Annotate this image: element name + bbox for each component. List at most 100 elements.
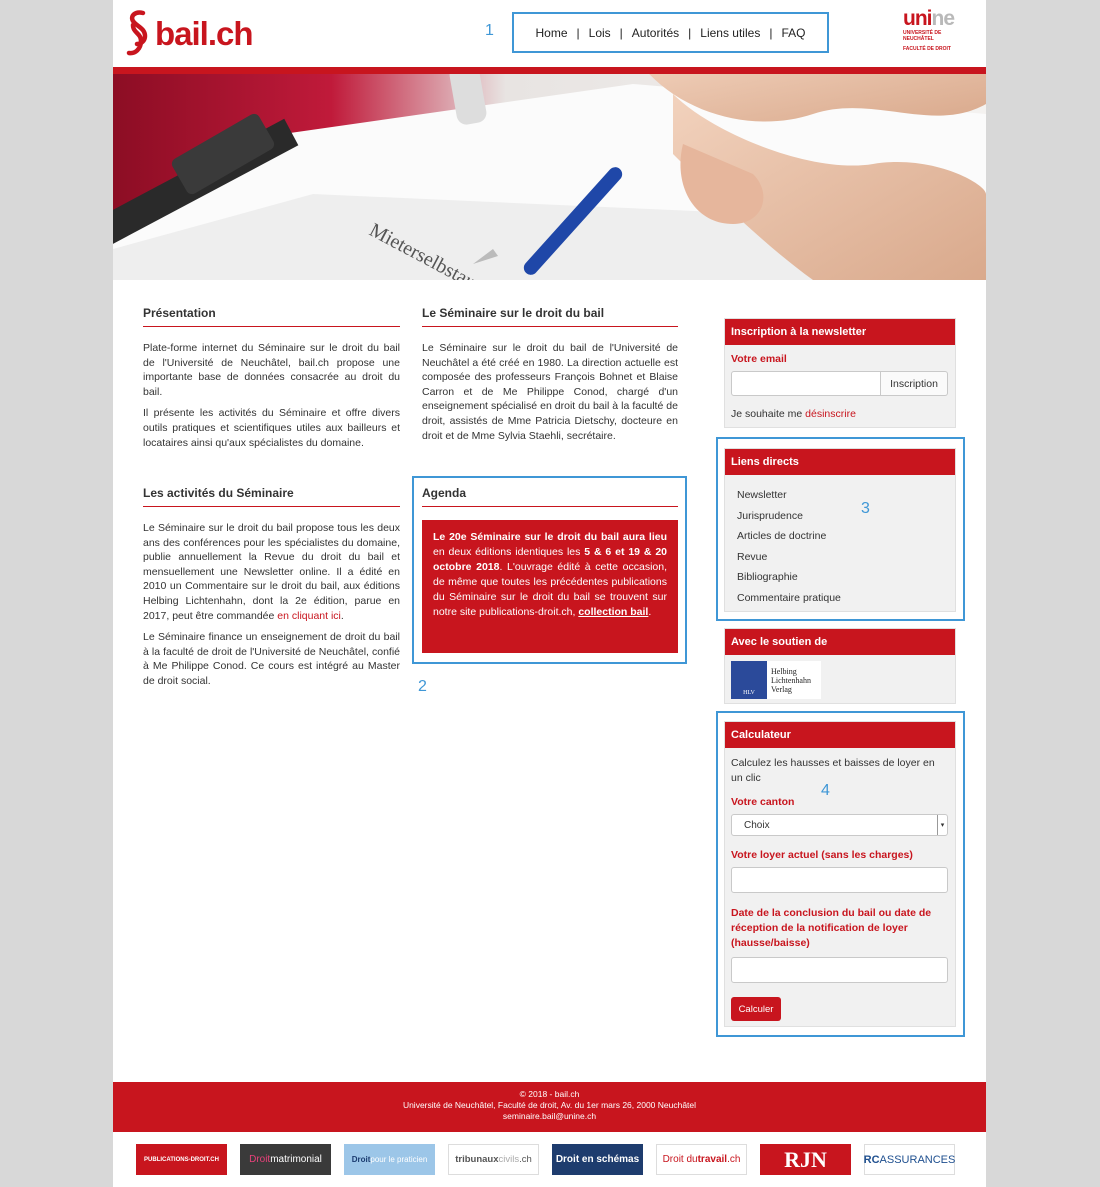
partner-droit-schemas[interactable]: Droit en schémas (552, 1144, 643, 1175)
unine-logo[interactable]: unine UNIVERSITÉ DE NEUCHÂTEL FACULTÉ DE… (903, 8, 963, 60)
partner-droit-travail-a: Droit du (662, 1154, 698, 1165)
order-link[interactable]: en cliquant ici (277, 610, 341, 622)
annotation-2: 2 (418, 678, 427, 695)
chevron-down-icon: ▾ (937, 815, 947, 835)
agenda-box: Le 20e Séminaire sur le droit du bail au… (422, 520, 678, 653)
liens-widget: Liens directs Newsletter Jurisprudence A… (724, 448, 956, 612)
main-nav: Home | Lois | Autorités | Liens utiles |… (512, 12, 829, 53)
partner-tribunaux-civils-a: tribunaux (455, 1154, 499, 1165)
hlv-name-3: Verlag (771, 684, 792, 694)
canton-select-value: Choix (744, 819, 770, 831)
nav-faq[interactable]: FAQ (781, 26, 805, 40)
hlv-name-1: Helbing (771, 666, 797, 676)
nav-separator: | (769, 25, 773, 40)
date-label: Date de la conclusion du bail ou date de… (731, 907, 932, 949)
partner-droit-travail[interactable]: Droit du travail .ch (656, 1144, 747, 1175)
liens-jurisprudence[interactable]: Jurisprudence (737, 506, 943, 527)
unine-subtitle-2: NEUCHÂTEL (903, 36, 934, 42)
activites-text-2: Le Séminaire finance un enseignement de … (143, 631, 400, 687)
footer-address: Université de Neuchâtel, Faculté de droi… (402, 1100, 697, 1110)
header-red-bar (113, 67, 986, 74)
hlv-logo[interactable]: HLV Helbing Lichtenhahn Verlag (731, 661, 821, 699)
canton-select[interactable]: Choix ▾ (731, 814, 948, 836)
nav-separator: | (688, 25, 692, 40)
activites-section: Les activités du Séminaire Le Séminaire … (143, 486, 400, 689)
canton-label: Votre canton (731, 796, 795, 808)
nav-home[interactable]: Home (536, 26, 568, 40)
activites-title: Les activités du Séminaire (143, 486, 400, 507)
liens-title: Liens directs (725, 449, 955, 475)
partner-droit-praticien-b: pour le praticien (370, 1155, 428, 1164)
agenda-title: Agenda (422, 486, 678, 507)
header: bail.ch 1 Home | Lois | Autorités | Lien… (113, 0, 986, 67)
activites-text-1-end: . (340, 609, 344, 622)
calculer-button[interactable]: Calculer (731, 997, 781, 1021)
nav-separator: | (576, 25, 580, 40)
inscription-button[interactable]: Inscription (881, 371, 948, 396)
newsletter-title: Inscription à la newsletter (725, 319, 955, 345)
bail-logo[interactable]: bail.ch (125, 8, 254, 60)
presentation-title: Présentation (143, 306, 400, 327)
calc-title: Calculateur (725, 722, 955, 748)
partner-droit-matrimonial-b: matrimonial (270, 1154, 322, 1165)
partner-droit-travail-b: travail (697, 1154, 728, 1165)
liens-newsletter[interactable]: Newsletter (737, 485, 943, 506)
soutien-title: Avec le soutien de (725, 629, 955, 655)
email-input[interactable] (731, 371, 881, 396)
loyer-input[interactable] (731, 867, 948, 893)
partner-publications-droit[interactable]: PUBLICATIONS-DROIT.CH (136, 1144, 227, 1175)
liens-articles[interactable]: Articles de doctrine (737, 526, 943, 547)
partner-logos: PUBLICATIONS-DROIT.CH Droit matrimonial D… (113, 1132, 986, 1187)
agenda-text-3: . (648, 606, 652, 618)
liens-bibliographie[interactable]: Bibliographie (737, 567, 943, 588)
footer-email[interactable]: seminaire.bail@unine.ch (113, 1111, 986, 1122)
partner-rc-assurances-b: ASSURANCES (879, 1153, 956, 1166)
unsubscribe-text: Je souhaite me (731, 408, 806, 420)
presentation-text-1: Plate-forme internet du Séminaire sur le… (143, 342, 400, 398)
partner-droit-praticien[interactable]: Droit pour le praticien (344, 1144, 435, 1175)
nav-separator: | (619, 25, 623, 40)
agenda-section: Agenda (422, 486, 678, 507)
seminaire-text: Le Séminaire sur le droit du bail de l'U… (422, 342, 678, 442)
newsletter-widget: Inscription à la newsletter Votre email … (724, 318, 956, 428)
nav-lois[interactable]: Lois (589, 26, 611, 40)
nav-autorites[interactable]: Autorités (632, 26, 679, 40)
footer-copyright: © 2018 - bail.ch (519, 1089, 580, 1099)
annotation-3: 3 (861, 500, 870, 517)
annotation-4: 4 (821, 782, 830, 799)
logo-text: bail.ch (155, 15, 254, 52)
partner-droit-praticien-a: Droit (351, 1155, 371, 1164)
presentation-text-2: Il présente les activités du Séminaire e… (143, 407, 400, 449)
footer: © 2018 - bail.ch Université de Neuchâtel… (113, 1082, 986, 1132)
unsubscribe-line: Je souhaite me désinscrire (731, 408, 949, 420)
date-input[interactable] (731, 957, 948, 983)
hero-image: Mieterselbstau (113, 74, 986, 280)
email-label: Votre email (731, 353, 787, 365)
calculateur-widget: Calculateur Calculez les hausses et bais… (724, 721, 956, 1027)
partner-rc-assurances[interactable]: RC ASSURANCES (864, 1144, 955, 1175)
partner-tribunaux-civils-b: civils (498, 1154, 520, 1165)
partner-droit-matrimonial-a: Droit (249, 1154, 271, 1165)
calc-intro: Calculez les hausses et baisses de loyer… (731, 757, 935, 784)
loyer-label: Votre loyer actuel (sans les charges) (731, 849, 913, 861)
agenda-text-1: en deux éditions identiques les (433, 546, 585, 558)
soutien-widget: Avec le soutien de HLV Helbing Lichtenha… (724, 628, 956, 704)
liens-commentaire[interactable]: Commentaire pratique (737, 588, 943, 609)
partner-rc-assurances-a: RC (863, 1153, 880, 1166)
seminaire-title: Le Séminaire sur le droit du bail (422, 306, 678, 327)
seminaire-section: Le Séminaire sur le droit du bail Le Sém… (422, 306, 678, 443)
activites-text-1: Le Séminaire sur le droit du bail propos… (143, 521, 400, 623)
unine-subtitle-3: FACULTÉ DE DROIT (903, 46, 951, 52)
collection-bail-link[interactable]: collection bail (578, 606, 648, 618)
partner-droit-matrimonial[interactable]: Droit matrimonial (240, 1144, 331, 1175)
agenda-bold-1: Le 20e Séminaire sur le droit du bail au… (433, 531, 667, 543)
partner-tribunaux-civils[interactable]: tribunaux civils .ch (448, 1144, 539, 1175)
liens-revue[interactable]: Revue (737, 547, 943, 568)
presentation-section: Présentation Plate-forme internet du Sém… (143, 306, 400, 450)
unsubscribe-link[interactable]: désinscrire (805, 408, 856, 420)
nav-liens-utiles[interactable]: Liens utiles (700, 26, 760, 40)
hlv-name-2: Lichtenhahn (771, 675, 811, 685)
partner-rjn[interactable]: RJN (760, 1144, 851, 1175)
annotation-1: 1 (485, 22, 494, 39)
page: bail.ch 1 Home | Lois | Autorités | Lien… (113, 0, 986, 1187)
